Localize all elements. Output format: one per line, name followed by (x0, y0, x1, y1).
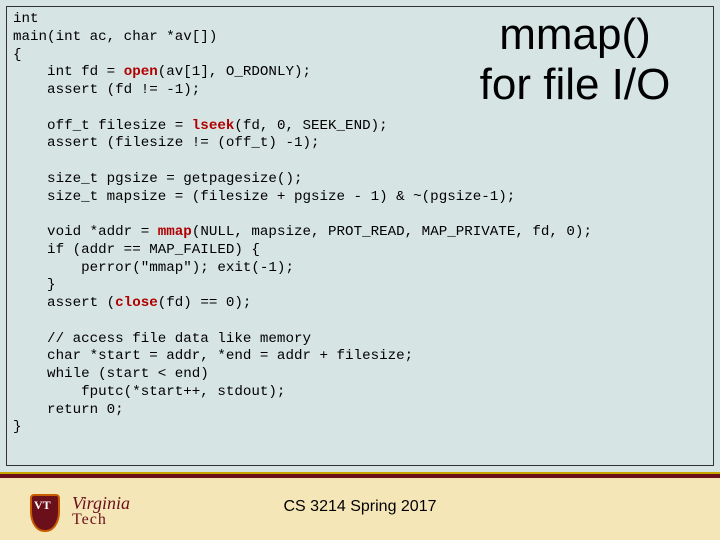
title-line-2: for file I/O (450, 60, 700, 110)
title-line-1: mmap() (450, 10, 700, 60)
footer-accent (0, 474, 720, 478)
keyword-close: close (115, 295, 158, 311)
footer: VT Virginia Tech CS 3214 Spring 2017 (0, 468, 720, 540)
keyword-open: open (124, 64, 158, 80)
slide-title: mmap() for file I/O (450, 10, 700, 110)
keyword-lseek: lseek (192, 118, 235, 134)
footer-course: CS 3214 Spring 2017 (0, 498, 720, 516)
keyword-mmap: mmap (158, 224, 192, 240)
